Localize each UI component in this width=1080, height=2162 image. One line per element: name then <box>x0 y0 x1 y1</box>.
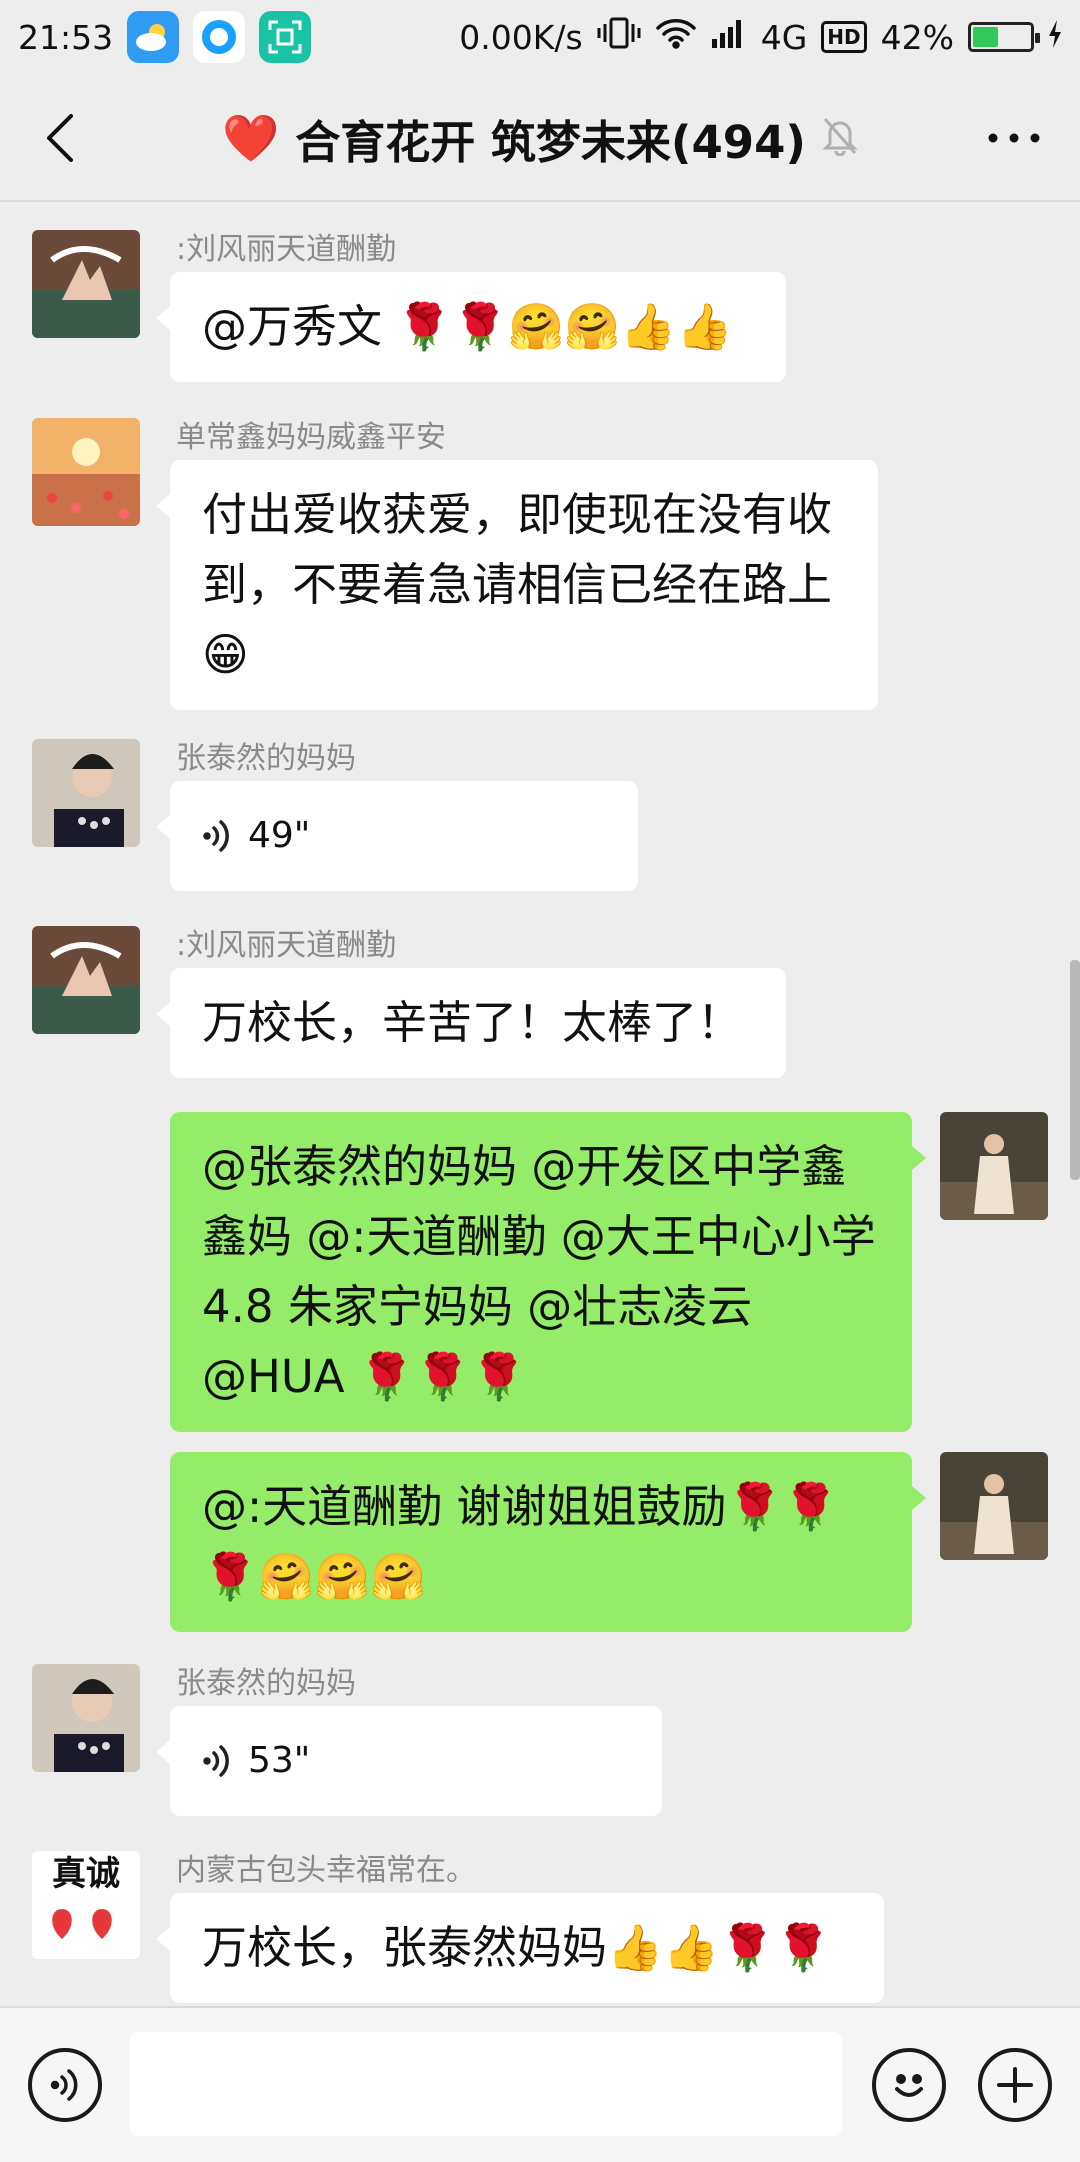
voice-icon <box>50 2069 78 2101</box>
emoji-button[interactable] <box>872 2048 946 2122</box>
network-type: 4G <box>760 17 808 57</box>
voice-input-button[interactable] <box>28 2048 102 2122</box>
message-bubble[interactable]: 万校长，辛苦了！太棒了！ <box>156 968 786 1078</box>
avatar[interactable] <box>32 926 140 1034</box>
scan-app-icon <box>259 11 312 63</box>
chat-header: ❤️ 合育花开 筑梦未来(494) <box>0 74 1080 202</box>
sender-name: :刘风丽天道酬勤 <box>176 928 397 963</box>
more-functions-button[interactable] <box>978 2048 1052 2122</box>
browser-app-icon <box>193 11 246 63</box>
sender-name: 张泰然的妈妈 <box>176 741 356 776</box>
message-bubble[interactable]: @:天道酬勤 谢谢姐姐鼓励🌹🌹🌹🤗🤗🤗 <box>170 1452 926 1632</box>
message-bubble[interactable]: @万秀文 🌹🌹🤗🤗👍👍 <box>156 272 786 382</box>
more-dots-icon <box>988 133 1040 143</box>
sender-name: 单常鑫妈妈威鑫平安 <box>176 420 446 455</box>
message-bubble[interactable]: 付出爱收获爱，即使现在没有收到，不要着急请相信已经在路上😁 <box>156 460 878 710</box>
plus-icon <box>997 2067 1033 2103</box>
sender-name: :刘风丽天道酬勤 <box>176 232 397 267</box>
smiley-icon <box>895 2074 923 2097</box>
voice-wave-icon <box>203 1745 229 1777</box>
avatar[interactable] <box>32 230 140 338</box>
voice-message-bubble[interactable]: 53" <box>156 1706 662 1816</box>
hd-badge: HD <box>821 21 867 53</box>
voice-message-bubble[interactable]: 49" <box>156 781 638 891</box>
scrollbar[interactable] <box>1070 960 1080 1180</box>
mute-bell-icon <box>822 116 858 160</box>
voice-duration: 53" <box>248 1740 311 1781</box>
heart-emoji: ❤️ <box>221 110 280 165</box>
input-bar <box>0 2006 1080 2162</box>
more-options-button[interactable] <box>984 110 1044 166</box>
avatar[interactable] <box>32 739 140 847</box>
message-bubble[interactable]: 万校长，张泰然妈妈👍👍🌹🌹 <box>156 1893 884 2003</box>
battery-icon <box>968 22 1040 52</box>
battery-percent: 42% <box>880 17 954 57</box>
signal-icon <box>711 17 747 57</box>
message-bubble[interactable]: @张泰然的妈妈 @开发区中学鑫鑫妈 @:天道酬勤 @大王中心小学4.8 朱家宁妈… <box>170 1112 926 1432</box>
vibrate-icon <box>597 16 641 58</box>
group-title: 合育花开 筑梦未来(494) <box>295 115 806 169</box>
voice-duration: 49" <box>248 815 311 856</box>
my-avatar[interactable] <box>940 1112 1048 1220</box>
charging-icon <box>1048 18 1062 57</box>
chat-message-list[interactable]: :刘风丽天道酬勤 @万秀文 🌹🌹🤗🤗👍👍 单常鑫妈妈威鑫平安 付出爱收获爱，即使… <box>0 204 1080 2004</box>
voice-wave-icon <box>203 820 229 852</box>
sender-name: 张泰然的妈妈 <box>176 1666 356 1701</box>
wifi-icon <box>655 17 697 57</box>
status-time: 21:53 <box>18 17 114 57</box>
battery-level-fill <box>973 27 999 47</box>
status-bar: 21:53 0.00K/s 4G HD 42% <box>0 0 1080 74</box>
network-speed: 0.00K/s <box>459 17 583 57</box>
avatar-text: 真诚 <box>52 1854 120 1894</box>
avatar[interactable] <box>32 418 140 526</box>
weather-app-icon <box>127 11 180 63</box>
message-input[interactable] <box>130 2032 842 2136</box>
my-avatar[interactable] <box>940 1452 1048 1560</box>
avatar[interactable] <box>32 1664 140 1772</box>
sender-name: 内蒙古包头幸福常在。 <box>176 1853 476 1888</box>
avatar[interactable]: 真诚 <box>32 1851 140 1959</box>
